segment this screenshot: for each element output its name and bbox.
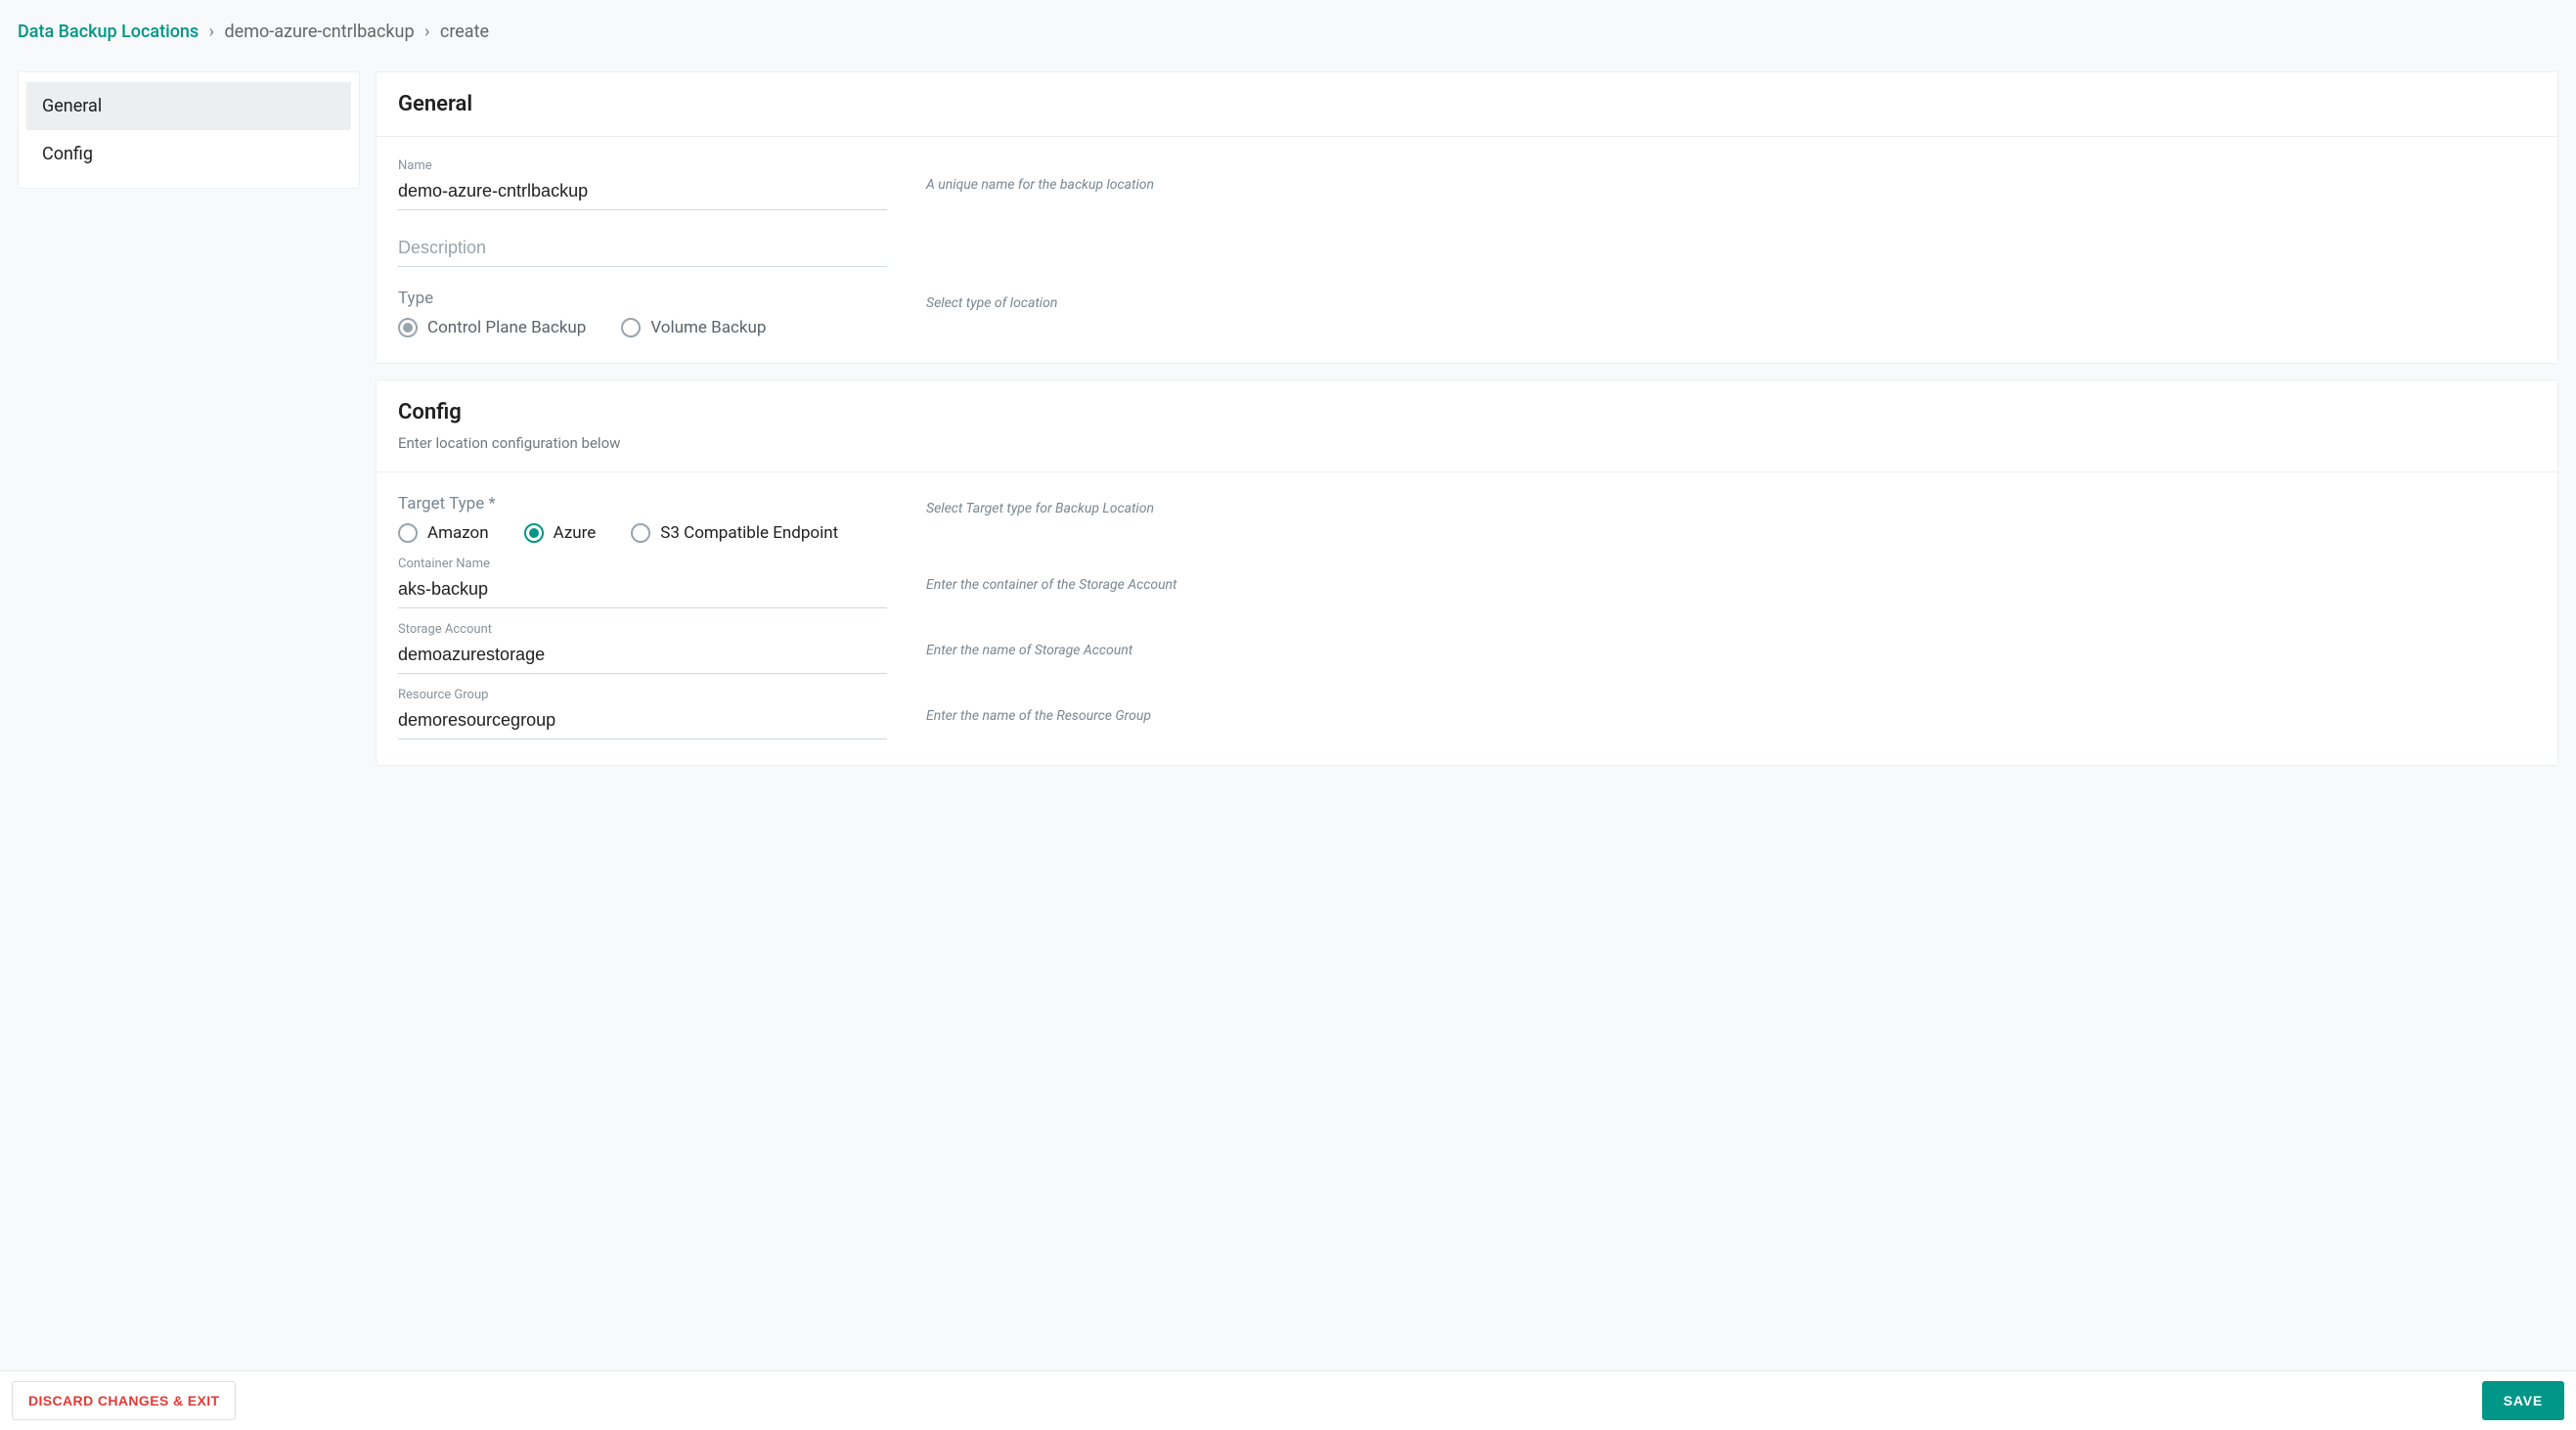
container-help: Enter the container of the Storage Accou… (926, 577, 1177, 593)
save-button[interactable]: SAVE (2482, 1381, 2564, 1420)
radio-icon (398, 523, 418, 543)
config-card: Config Enter location configuration belo… (376, 380, 2558, 766)
target-radio-s3compat[interactable]: S3 Compatible Endpoint (631, 523, 838, 543)
target-radio-amazon[interactable]: Amazon (398, 523, 489, 543)
sidebar-item-config[interactable]: Config (26, 130, 351, 178)
radio-label: Volume Backup (650, 318, 766, 337)
container-input[interactable] (398, 573, 887, 608)
resource-group-label: Resource Group (398, 688, 887, 702)
radio-icon (524, 523, 544, 543)
general-card: General Name A unique name for the backu… (376, 71, 2558, 364)
breadcrumb-level2: create (440, 22, 489, 42)
radio-icon (621, 318, 641, 337)
radio-icon (398, 318, 418, 337)
name-help: A unique name for the backup location (926, 177, 1154, 193)
config-title: Config (398, 400, 2536, 425)
name-input[interactable] (398, 175, 887, 210)
sidebar-item-label: Config (42, 144, 93, 164)
type-help: Select type of location (926, 295, 1057, 311)
resource-group-input[interactable] (398, 704, 887, 739)
storage-label: Storage Account (398, 622, 887, 637)
footer-bar: DISCARD CHANGES & EXIT SAVE (0, 1370, 2576, 1430)
radio-label: S3 Compatible Endpoint (660, 523, 838, 543)
breadcrumb-level1[interactable]: demo-azure-cntrlbackup (225, 22, 415, 42)
breadcrumb-root[interactable]: Data Backup Locations (18, 22, 199, 42)
type-radio-control-plane[interactable]: Control Plane Backup (398, 318, 586, 337)
sidebar-item-label: General (42, 96, 102, 116)
description-input[interactable] (398, 232, 887, 267)
breadcrumb: Data Backup Locations › demo-azure-cntrl… (18, 18, 2558, 52)
radio-label: Azure (554, 523, 597, 543)
name-label: Name (398, 158, 887, 173)
target-type-help: Select Target type for Backup Location (926, 501, 1154, 516)
breadcrumb-separator: › (209, 22, 214, 42)
container-label: Container Name (398, 557, 887, 571)
target-radio-azure[interactable]: Azure (524, 523, 597, 543)
storage-input[interactable] (398, 639, 887, 674)
resource-group-help: Enter the name of the Resource Group (926, 708, 1151, 724)
config-subtitle: Enter location configuration below (398, 434, 2536, 452)
type-label: Type (398, 289, 887, 308)
storage-help: Enter the name of Storage Account (926, 643, 1133, 658)
type-radio-volume[interactable]: Volume Backup (621, 318, 766, 337)
general-title: General (398, 92, 2536, 116)
discard-button[interactable]: DISCARD CHANGES & EXIT (12, 1381, 236, 1420)
radio-label: Amazon (427, 523, 489, 543)
radio-icon (631, 523, 650, 543)
sidebar-item-general[interactable]: General (26, 82, 351, 130)
sidebar: General Config (18, 71, 360, 189)
target-type-label: Target Type * (398, 494, 887, 514)
breadcrumb-separator: › (424, 22, 429, 42)
radio-label: Control Plane Backup (427, 318, 586, 337)
